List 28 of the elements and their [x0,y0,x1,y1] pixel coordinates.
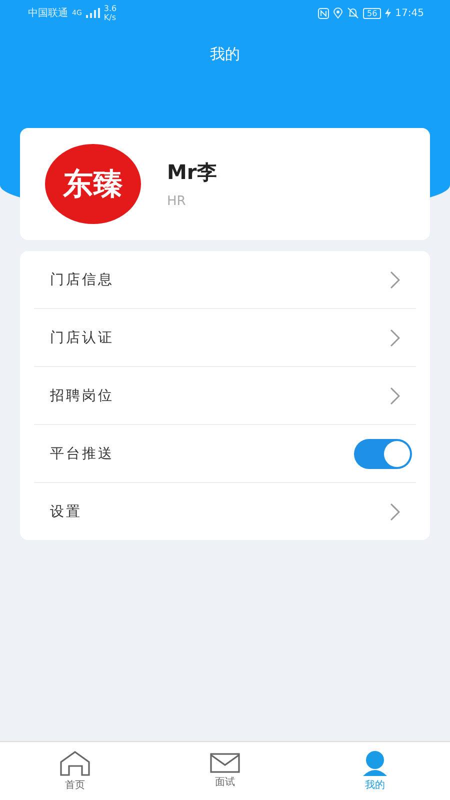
home-icon [59,750,91,776]
menu-item[interactable]: 招聘岗位 [50,386,114,404]
menu-item[interactable]: 平台推送 [50,444,114,462]
user-role: HR [167,194,187,209]
nfc-icon [318,8,329,18]
signal-icon [86,8,100,18]
nav-tab[interactable]: 面试 [150,742,300,800]
carrier: 中国联通 [28,6,68,20]
bell-off-icon [346,7,359,19]
chevron-right-icon[interactable] [390,328,400,346]
menu-item[interactable]: 设置 [50,502,82,520]
battery-level: 56 [362,8,382,18]
chevron-right-icon[interactable] [390,270,400,288]
menu-item[interactable]: 门店信息 [50,270,114,288]
location-icon [332,7,343,19]
nav-tab[interactable]: 首页 [0,742,150,800]
chevron-right-icon[interactable] [390,386,400,404]
mail-icon [210,753,240,773]
user-icon [361,750,389,776]
clock: 17:45 [395,8,424,18]
network-speed: 3.6 K/s [104,4,117,22]
user-name: Mr李 [167,159,217,186]
company-logo: 东臻 [45,144,141,224]
page-title: 我的 [210,45,240,64]
charging-icon [385,8,392,18]
push-toggle[interactable] [354,438,412,468]
menu-item[interactable]: 门店认证 [50,328,114,346]
chevron-right-icon[interactable] [390,502,400,520]
